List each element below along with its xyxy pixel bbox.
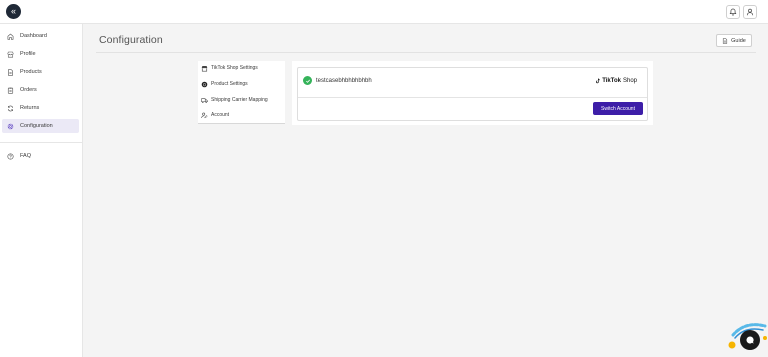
settings-menu: TikTok Shop Settings Product Settings Sh… [198,61,285,124]
switch-account-button[interactable]: Switch Account [593,102,643,115]
notifications-button[interactable] [726,5,740,19]
clipboard-icon [7,87,14,94]
tiktok-icon [596,78,601,84]
menu-item-label: Shipping Carrier Mapping [211,97,268,103]
page-title: Configuration [99,34,163,46]
shop-name: testcasebhbhbhbhbh [316,78,372,84]
sidebar: Dashboard Profile Products Orders Return… [0,24,83,357]
sidebar-item-returns[interactable]: Returns [2,101,79,115]
bell-icon [729,8,737,16]
store-icon [7,51,14,57]
card-divider [298,97,647,98]
box-icon [201,81,208,87]
guide-button-label: Guide [731,37,746,44]
sidebar-item-profile[interactable]: Profile [2,47,79,61]
truck-icon [201,97,208,103]
sidebar-divider [0,142,82,143]
user-menu-button[interactable] [743,5,757,19]
account-panel: testcasebhbhbhbhbh TikTok Shop Switch Ac… [292,61,653,125]
shop-icon [201,65,208,71]
sidebar-item-label: FAQ [20,153,32,159]
menu-item-product-settings[interactable]: Product Settings [198,77,285,91]
sidebar-item-products[interactable]: Products [2,65,79,79]
menu-item-account[interactable]: Account [198,108,285,122]
sidebar-item-orders[interactable]: Orders [2,83,79,97]
sidebar-item-label: Configuration [20,123,53,129]
chat-widget[interactable] [725,318,768,357]
sidebar-item-label: Profile [20,51,36,57]
chat-icon[interactable] [740,330,760,350]
document-icon [8,68,13,76]
help-circle-icon [7,152,14,160]
menu-item-shipping-carrier-mapping[interactable]: Shipping Carrier Mapping [198,93,285,107]
sidebar-item-label: Returns [20,105,40,111]
sidebar-item-label: Products [20,69,42,75]
sidebar-item-label: Dashboard [20,33,47,39]
menu-item-label: Product Settings [211,81,248,87]
user-edit-icon [201,112,208,118]
menu-item-tiktok-shop-settings[interactable]: TikTok Shop Settings [198,61,285,75]
user-icon [746,8,754,16]
document-icon [723,37,728,44]
collapse-sidebar-button[interactable]: « [6,4,21,19]
sidebar-item-faq[interactable]: FAQ [2,149,79,163]
sidebar-item-label: Orders [20,87,37,93]
refresh-icon [7,105,14,111]
sidebar-item-dashboard[interactable]: Dashboard [2,29,79,43]
chevrons-left-icon: « [10,6,16,16]
tiktok-shop-logo: TikTok Shop [595,78,637,84]
guide-button[interactable]: Guide [716,34,752,47]
gear-icon [7,123,14,129]
check-circle-icon [303,76,312,85]
menu-item-label: TikTok Shop Settings [211,65,258,71]
connected-account-card: testcasebhbhbhbhbh TikTok Shop Switch Ac… [297,67,648,121]
menu-item-label: Account [211,112,230,118]
sidebar-item-configuration[interactable]: Configuration [2,119,79,133]
home-icon [7,33,14,40]
header-divider [96,52,756,53]
top-bar: « [0,0,768,24]
